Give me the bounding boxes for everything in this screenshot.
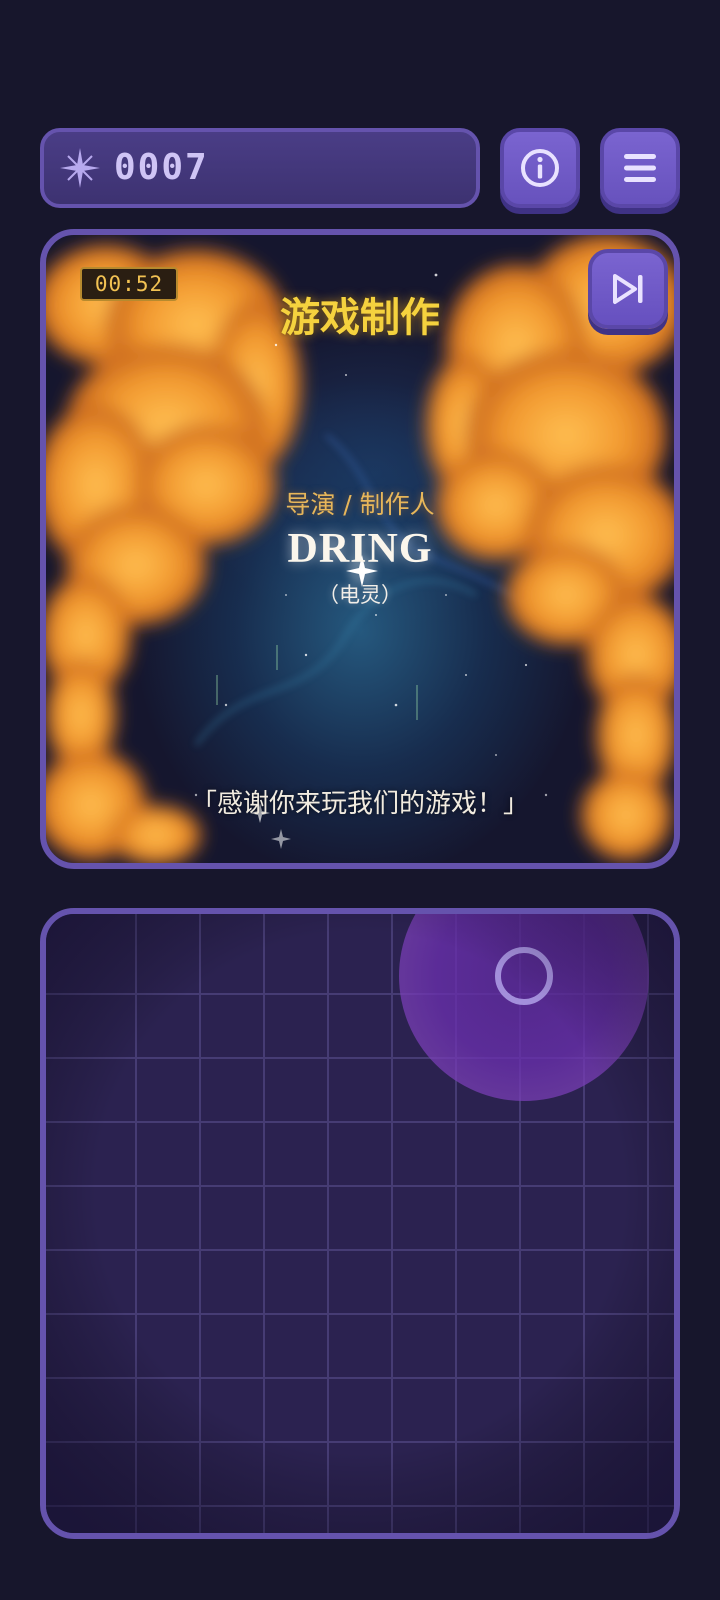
- play-grid-panel[interactable]: [40, 908, 680, 1539]
- game-screen: 0007 00:52 游戏制作 导演 / 制作人 DRING （电灵） 「感谢你…: [0, 0, 720, 1600]
- score-counter: 0007: [114, 147, 209, 188]
- info-button[interactable]: [500, 128, 580, 208]
- score-bar: 0007: [40, 128, 480, 208]
- credits-section-title: 游戏制作: [280, 294, 440, 341]
- credit-alias: （电灵）: [318, 583, 402, 607]
- credits-quote: 「感谢你来玩我们的游戏！」: [190, 789, 529, 819]
- sparkle-icon: [60, 148, 100, 188]
- info-icon: [521, 149, 559, 187]
- menu-button[interactable]: [600, 128, 680, 208]
- credit-role: 导演 / 制作人: [285, 490, 435, 519]
- credit-name: DRING: [287, 526, 433, 572]
- hamburger-menu-icon: [624, 154, 656, 182]
- credits-cutscene: 00:52 游戏制作 导演 / 制作人 DRING （电灵） 「感谢你来玩我们的…: [40, 229, 680, 869]
- play-grid: [46, 914, 674, 1533]
